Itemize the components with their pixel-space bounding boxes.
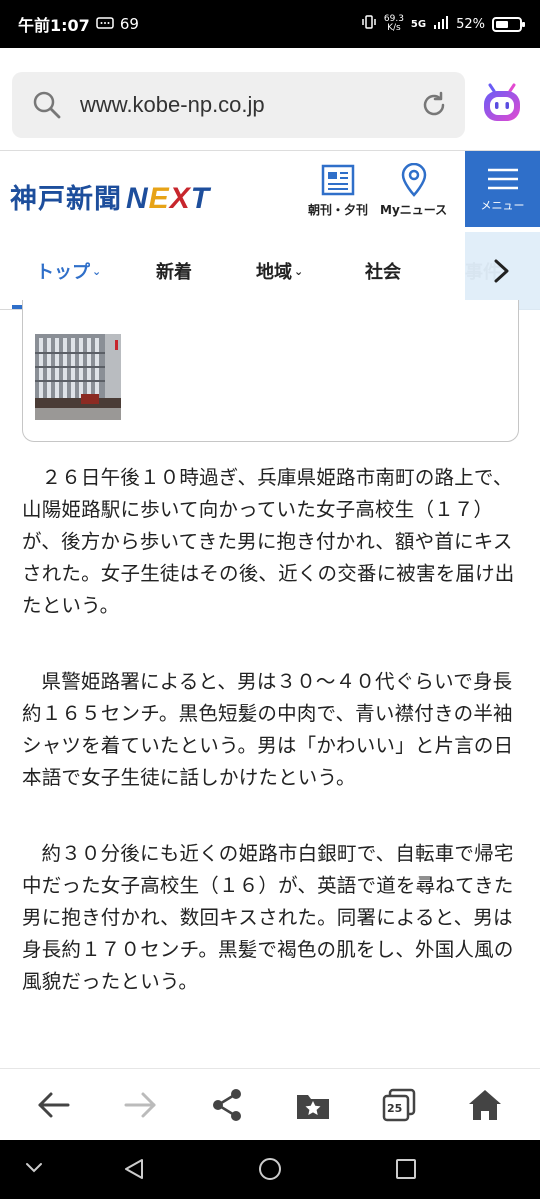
tab-label: 新着 bbox=[156, 262, 192, 283]
logo-next-letter: N bbox=[126, 182, 149, 215]
address-bar[interactable]: www.kobe-np.co.jp bbox=[12, 72, 465, 138]
tabs-scroll-button[interactable] bbox=[465, 232, 540, 310]
menu-label: メニュー bbox=[480, 199, 525, 212]
vibrate-icon bbox=[361, 14, 377, 34]
article-body: ２６日午後１０時過ぎ、兵庫県姫路市南町の路上で、山陽姫路駅に歩いて向かっていた女… bbox=[22, 462, 522, 1042]
notification-count: 69 bbox=[119, 15, 139, 33]
location-pin-icon bbox=[401, 163, 426, 197]
tabs-icon[interactable]: 25 bbox=[381, 1087, 417, 1123]
hamburger-menu-icon bbox=[487, 168, 518, 190]
back-arrow-icon[interactable] bbox=[36, 1087, 72, 1123]
url-text[interactable]: www.kobe-np.co.jp bbox=[80, 92, 265, 118]
site-logo[interactable]: 神戸新聞 NEXT bbox=[10, 177, 210, 216]
my-news-button[interactable]: Myニュース bbox=[380, 163, 447, 218]
battery-icon bbox=[492, 16, 525, 32]
signal-icon bbox=[433, 15, 449, 33]
tab-count: 25 bbox=[387, 1102, 403, 1115]
tab-label: トップ bbox=[36, 262, 90, 283]
battery-percent: 52% bbox=[456, 16, 485, 32]
status-time: 午前1:07 bbox=[18, 16, 90, 35]
forward-arrow-icon[interactable] bbox=[122, 1087, 158, 1123]
reload-icon[interactable] bbox=[419, 90, 449, 120]
article-paragraph: ２６日午後１０時過ぎ、兵庫県姫路市南町の路上で、山陽姫路駅に歩いて向かっていた女… bbox=[22, 466, 515, 617]
tab-top[interactable]: トップ ⌄ bbox=[36, 258, 101, 284]
system-home-icon[interactable] bbox=[258, 1157, 282, 1185]
newspaper-button[interactable]: 朝刊・夕刊 bbox=[308, 163, 368, 218]
tab-label: 社会 bbox=[365, 262, 401, 283]
tab-region[interactable]: 地域 ⌄ bbox=[256, 258, 303, 284]
logo-next-letter: T bbox=[190, 182, 211, 215]
chevron-right-icon bbox=[494, 259, 509, 283]
chevron-down-icon: ⌄ bbox=[92, 265, 102, 278]
tab-society[interactable]: 社会 bbox=[365, 258, 401, 284]
status-bar: 午前1:07 69 69.3 K/s 5G 52% bbox=[0, 0, 540, 48]
browser-bar: www.kobe-np.co.jp bbox=[0, 48, 540, 150]
tab-latest[interactable]: 新着 bbox=[156, 258, 192, 284]
logo-text: 神戸新聞 bbox=[10, 184, 122, 215]
menu-button[interactable]: メニュー bbox=[465, 151, 540, 227]
logo-next-letter: E bbox=[148, 182, 170, 215]
net-speed-unit: K/s bbox=[387, 23, 401, 33]
chevron-down-icon[interactable] bbox=[24, 1160, 44, 1179]
system-back-icon[interactable] bbox=[122, 1157, 146, 1185]
chevron-down-icon: ⌄ bbox=[294, 265, 304, 278]
tab-label: 地域 bbox=[256, 262, 292, 283]
net-speed: 69.3 K/s bbox=[384, 15, 404, 33]
building-photo[interactable] bbox=[35, 334, 121, 420]
newspaper-icon bbox=[321, 164, 355, 196]
site-header: 神戸新聞 NEXT 朝刊・夕刊 Myニュース メニュー bbox=[0, 150, 540, 240]
search-icon bbox=[32, 90, 62, 120]
message-icon bbox=[96, 15, 114, 33]
logo-next: NEXT bbox=[126, 182, 210, 215]
home-icon[interactable] bbox=[467, 1087, 503, 1123]
bookmarks-icon[interactable] bbox=[295, 1087, 331, 1123]
system-recents-icon[interactable] bbox=[394, 1157, 418, 1185]
share-icon[interactable] bbox=[209, 1087, 245, 1123]
article-paragraph: 約３０分後にも近くの姫路市白銀町で、自転車で帰宅中だった女子高校生（１６）が、英… bbox=[22, 842, 514, 993]
article-photo-card[interactable] bbox=[22, 300, 519, 442]
network-type: 5G bbox=[410, 18, 427, 30]
logo-next-letter: X bbox=[169, 182, 191, 215]
assistant-bot-icon[interactable] bbox=[480, 82, 524, 126]
system-navigation-bar bbox=[0, 1140, 540, 1199]
article-paragraph: 県警姫路署によると、男は３０～４０代ぐらいで身長約１６５センチ。黒色短髪の中肉で… bbox=[22, 670, 514, 789]
category-tabs: トップ⌄ 新着 地域⌄ 社会 事件 bbox=[0, 232, 540, 310]
my-news-label: Myニュース bbox=[380, 203, 448, 217]
newspaper-label: 朝刊・夕刊 bbox=[308, 203, 369, 217]
browser-toolbar: 25 bbox=[0, 1068, 540, 1140]
